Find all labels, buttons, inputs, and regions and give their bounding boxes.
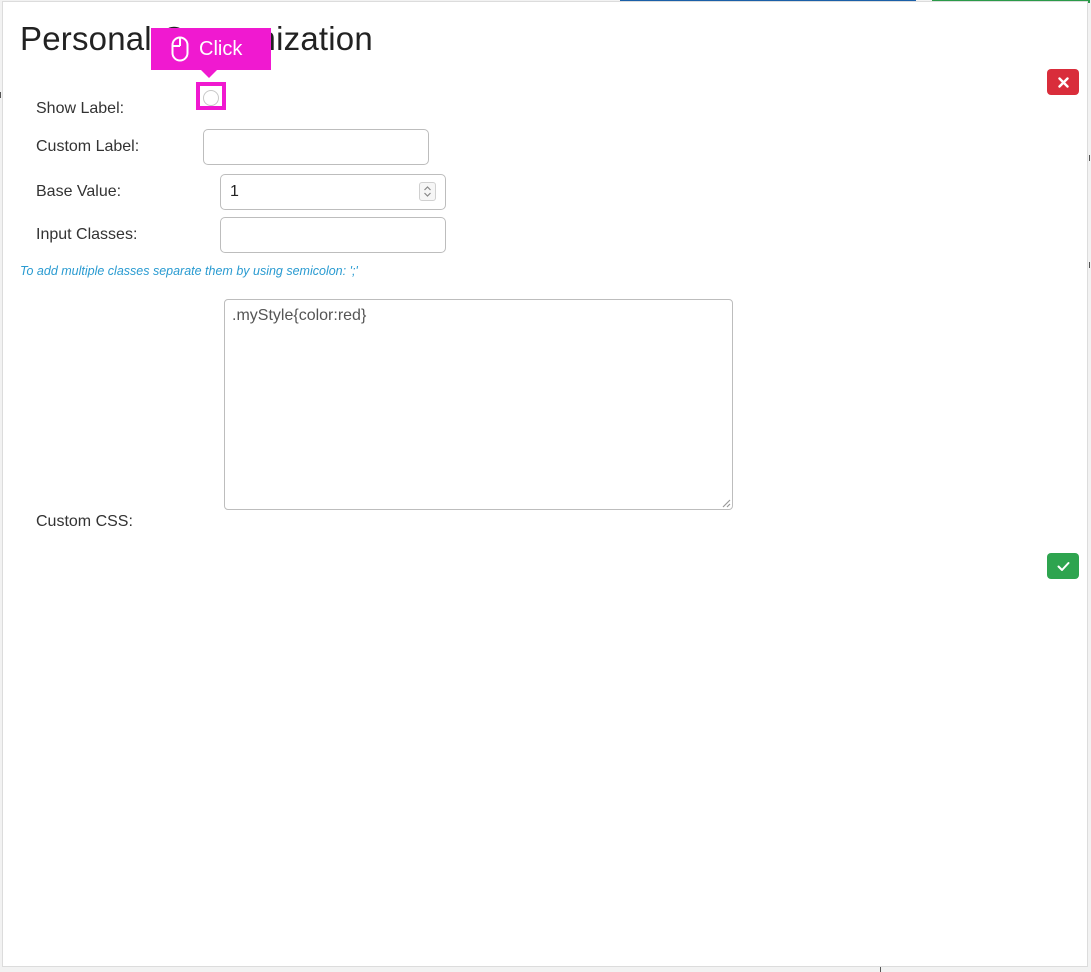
base-value-input[interactable]: 1 — [220, 174, 446, 210]
click-annotation-label: Click — [199, 37, 243, 60]
custom-css-textarea[interactable]: .myStyle{color:red} — [224, 299, 733, 510]
custom-label-input[interactable] — [203, 129, 429, 165]
base-value-text: 1 — [230, 183, 239, 200]
background-edge-mark — [0, 92, 1, 98]
show-label-label: Show Label: — [36, 100, 125, 117]
customization-dialog: Personal Customization Show Label: Custo… — [2, 1, 1088, 967]
mouse-icon — [171, 36, 189, 62]
base-value-label: Base Value: — [36, 183, 122, 200]
base-value-spinner[interactable] — [419, 182, 436, 201]
click-annotation-tooltip: Click — [151, 28, 271, 70]
resize-grip-icon[interactable] — [721, 498, 731, 508]
input-classes-hint: To add multiple classes separate them by… — [20, 264, 358, 278]
click-annotation-pointer — [200, 69, 218, 78]
check-icon — [1057, 561, 1069, 571]
click-target-highlight — [196, 82, 226, 110]
close-icon — [1057, 76, 1069, 88]
close-button[interactable] — [1047, 69, 1079, 95]
background-edge-mark — [1089, 262, 1090, 268]
spinner-arrows-icon — [424, 186, 431, 197]
background-edge-mark — [1089, 155, 1090, 161]
confirm-button[interactable] — [1047, 553, 1079, 579]
input-classes-input[interactable] — [220, 217, 446, 253]
custom-label-label: Custom Label: — [36, 138, 140, 155]
input-classes-label: Input Classes: — [36, 226, 138, 243]
custom-css-label: Custom CSS: — [36, 513, 133, 530]
